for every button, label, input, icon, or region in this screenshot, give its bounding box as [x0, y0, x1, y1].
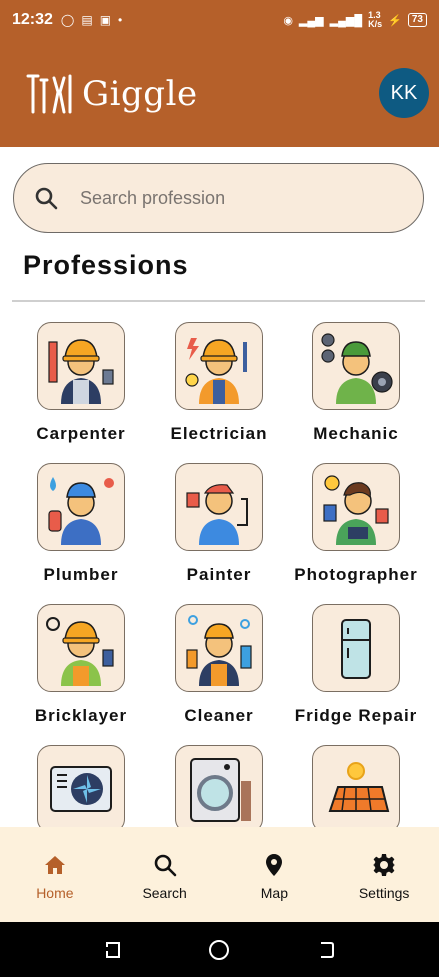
profession-tile-carpenter[interactable]: Carpenter [11, 322, 151, 444]
profession-label: Photographer [294, 565, 418, 584]
nav-map-label: Map [260, 885, 288, 901]
section-title: Professions [23, 250, 189, 280]
bottom-navigation: Home Search Map Settings [0, 827, 439, 922]
profession-icon-box [175, 604, 263, 692]
profession-tile-ac-repair[interactable] [11, 745, 151, 827]
profession-icon-box [312, 745, 400, 827]
ac-repair-icon [50, 766, 112, 812]
mechanic-icon [321, 333, 393, 404]
profession-tile-cleaner[interactable]: Cleaner [149, 604, 289, 726]
plumber-icon [48, 477, 114, 545]
app-title: Giggle [82, 73, 198, 114]
hotspot-icon: ◉ [283, 14, 293, 27]
profession-tile-fridge-repair[interactable]: Fridge Repair [286, 604, 426, 726]
profession-icon-box [37, 745, 125, 827]
washing-machine-icon [190, 758, 251, 822]
carpenter-icon [48, 339, 114, 404]
electrician-icon [185, 338, 247, 404]
status-time: 12:32 [12, 11, 53, 28]
cleaner-icon [186, 615, 252, 686]
recent-apps-icon[interactable] [102, 939, 124, 961]
signal-4g-icon: ▂▄▆█ [329, 14, 363, 27]
profession-label: Carpenter [36, 424, 126, 443]
nav-search-label: Search [142, 885, 187, 901]
app-logo: Giggle [24, 68, 198, 120]
nav-home[interactable]: Home [0, 827, 110, 922]
profession-tile-electrician[interactable]: Electrician [149, 322, 289, 444]
nav-map[interactable]: Map [220, 827, 330, 922]
nav-home-label: Home [36, 885, 74, 901]
profession-icon-box [37, 322, 125, 410]
photographer-icon [323, 475, 389, 545]
search-input[interactable] [80, 187, 380, 209]
divider [12, 300, 425, 302]
app-bar: Giggle KK [0, 40, 439, 147]
notification-icons: ◯ ▤ ▣ • [61, 13, 122, 27]
system-icons: ◉ ▂▄▆ ▂▄▆█ 1.3 K/s ⚡ 73 [283, 11, 427, 29]
profession-tile-mechanic[interactable]: Mechanic [286, 322, 426, 444]
fridge-icon [341, 619, 371, 679]
painter-icon [186, 484, 248, 545]
nav-search[interactable]: Search [110, 827, 220, 922]
profession-tile-bricklayer[interactable]: Bricklayer [11, 604, 151, 726]
app-notification-icon: ▣ [99, 13, 112, 27]
profession-tile-painter[interactable]: Painter [149, 463, 289, 585]
search-icon [35, 187, 58, 210]
system-navigation-bar [0, 922, 439, 977]
profession-label: Cleaner [184, 706, 254, 725]
dot-icon: • [118, 13, 123, 27]
nav-settings[interactable]: Settings [329, 827, 439, 922]
profession-tile-solar-panel[interactable] [286, 745, 426, 827]
nav-settings-label: Settings [358, 885, 410, 901]
solar-panel-icon [328, 762, 390, 812]
search-icon [154, 854, 176, 877]
bricklayer-icon [46, 617, 114, 686]
back-icon[interactable] [315, 939, 337, 961]
profession-icon-box [312, 604, 400, 692]
profession-tile-plumber[interactable]: Plumber [11, 463, 151, 585]
home-icon [44, 856, 65, 874]
user-avatar[interactable]: KK [379, 68, 429, 118]
map-pin-icon [266, 854, 283, 876]
profession-icon-box [175, 463, 263, 551]
gear-icon [373, 854, 396, 876]
profession-icon-box [312, 322, 400, 410]
home-button-icon[interactable] [208, 939, 230, 961]
battery-level: 73 [407, 13, 427, 27]
profession-tile-washing-machine[interactable] [149, 745, 289, 827]
search-bar[interactable] [13, 163, 424, 233]
signal-icon: ▂▄▆ [298, 14, 324, 27]
profession-icon-box [175, 745, 263, 827]
net-speed: 1.3 K/s [368, 10, 383, 29]
status-bar: 12:32 ◯ ▤ ▣ • ◉ ▂▄▆ ▂▄▆█ 1.3 K/s ⚡ 73 [0, 0, 439, 40]
charging-icon: ⚡ [388, 14, 402, 27]
news-icon: ▤ [81, 13, 93, 27]
profession-label: Mechanic [313, 424, 399, 443]
professions-grid: Carpenter Electrician Mechanic Plumber P… [0, 322, 439, 827]
profession-label: Bricklayer [34, 706, 128, 725]
profession-label: Electrician [170, 424, 268, 443]
profession-icon-box [312, 463, 400, 551]
profession-label: Fridge Repair [294, 706, 418, 725]
profession-tile-photographer[interactable]: Photographer [286, 463, 426, 585]
profession-label: Painter [186, 565, 252, 584]
whatsapp-icon: ◯ [60, 13, 75, 27]
profession-label: Plumber [43, 565, 119, 584]
profession-icon-box [37, 463, 125, 551]
profession-icon-box [37, 604, 125, 692]
profession-icon-box [175, 322, 263, 410]
tools-logo-icon [26, 74, 72, 113]
